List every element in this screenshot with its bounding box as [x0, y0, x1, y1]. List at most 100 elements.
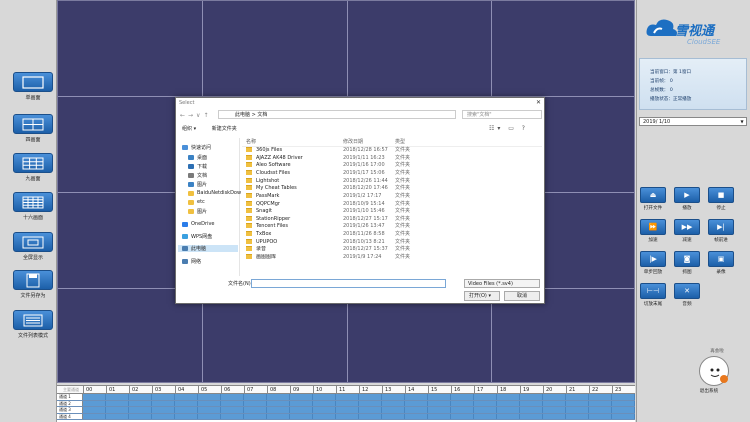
file-name: Lightshot — [256, 177, 280, 184]
file-row[interactable]: Aleo Software 2019/1/16 17:00 文件夹 — [242, 162, 542, 170]
folder-icon — [188, 199, 194, 205]
mute-icon: ✕ — [674, 283, 700, 299]
new-folder-button[interactable]: 新建文件夹 — [212, 126, 237, 132]
control-button-4[interactable]: ⏩ 加速 — [640, 219, 666, 243]
left-button-6[interactable]: 文件另存为 — [13, 270, 53, 299]
file-row[interactable]: StationRipper 2018/12/27 15:17 文件夹 — [242, 215, 542, 224]
left-button-1[interactable]: 单画面 — [13, 72, 53, 101]
control-button-6[interactable]: ▶| 帧前进 — [708, 219, 734, 243]
tree-item[interactable]: 图片 — [188, 208, 207, 215]
file-type: 文件夹 — [395, 169, 411, 176]
recording-bar[interactable] — [83, 407, 635, 413]
folder-icon — [246, 200, 252, 206]
tree-item[interactable]: 网络 — [182, 258, 201, 265]
control-button-9[interactable]: ▣ 录像 — [708, 251, 734, 275]
status-info-panel: 当前窗口：第 1窗口 当前帧： 0 总帧数： 0 播放状态：正常播放 — [639, 58, 747, 110]
file-type: 文件夹 — [395, 200, 411, 207]
tree-item[interactable]: OneDrive — [182, 221, 215, 227]
folder-icon — [182, 145, 188, 150]
tree-item[interactable]: 图片 — [188, 181, 207, 188]
file-row[interactable]: My Cheat Tables 2018/12/20 17:46 文件夹 — [242, 185, 542, 193]
tree-item[interactable]: WPS网盘 — [182, 233, 212, 240]
folder-icon — [188, 164, 194, 169]
file-row[interactable]: 录音 2018/12/27 15:37 文件夹 — [242, 246, 542, 254]
file-list-header: 名称 修改日期 类型 — [242, 138, 542, 147]
file-name: QQPCMgr — [256, 200, 280, 207]
search-input[interactable]: 搜索"文档" — [462, 110, 542, 119]
control-button-11[interactable]: ✕ 音频 — [674, 283, 700, 307]
nav-arrows-icon[interactable]: ←→∨↑ — [176, 112, 216, 119]
left-button-7[interactable]: 文件列表模式 — [13, 310, 53, 339]
organize-button[interactable]: 组织 ▾ — [182, 126, 196, 132]
left-button-3[interactable]: 九画面 — [13, 153, 53, 182]
filename-input[interactable] — [251, 279, 446, 288]
chevron-down-icon[interactable]: ▼ — [738, 118, 746, 125]
tree-item[interactable]: 此电脑 — [178, 245, 238, 252]
dialog-footer: 文件名(N): Video Files (*.sv4) 打开(O) ▾ 取消 — [176, 278, 546, 305]
channel-name: 通道 1 — [57, 394, 83, 400]
recording-bar[interactable] — [83, 394, 635, 400]
tree-item[interactable]: etc — [188, 199, 205, 205]
file-date: 2019/1/2 17:17 — [343, 192, 382, 199]
left-button-label: 四画面 — [25, 137, 41, 143]
breadcrumb: 此电脑 > 文档 — [235, 112, 268, 118]
file-row[interactable]: PassMark 2019/1/2 17:17 文件夹 — [242, 192, 542, 201]
control-button-10[interactable]: ⊢⊣ 切放末尾 — [640, 283, 666, 307]
address-bar[interactable]: 此电脑 > 文档 — [218, 110, 456, 119]
cancel-button[interactable]: 取消 — [504, 291, 540, 301]
left-button-5[interactable]: 全屏显示 — [13, 232, 53, 261]
left-button-label: 单画面 — [25, 95, 41, 101]
timeline-row[interactable]: 通道 4 — [57, 413, 635, 420]
frame-step-icon: ▶| — [708, 219, 734, 235]
file-row[interactable]: Lightshot 2018/12/26 11:44 文件夹 — [242, 177, 542, 186]
recording-bar[interactable] — [83, 413, 635, 419]
file-name: AJAZZ AK48 Driver — [256, 154, 303, 161]
tree-item[interactable]: 桌面 — [188, 154, 207, 161]
control-button-3[interactable]: ■ 停止 — [708, 187, 734, 211]
exit-system-button[interactable]: 再会啦 退出系统 — [689, 348, 739, 394]
open-button[interactable]: 打开(O) ▾ — [464, 291, 500, 301]
file-row[interactable]: AJAZZ AK48 Driver 2019/1/11 16:23 文件夹 — [242, 154, 542, 163]
timeline-hour: 10 — [313, 386, 336, 393]
tree-item[interactable]: 文档 — [188, 172, 207, 179]
control-button-7[interactable]: |▶ 单步回放 — [640, 251, 666, 275]
date-picker[interactable]: 2019/ 1/10 ▼ — [639, 117, 747, 126]
column-date[interactable]: 修改日期 — [343, 138, 390, 146]
file-row[interactable]: QQPCMgr 2018/10/9 15:14 文件夹 — [242, 200, 542, 208]
cloud-logo-icon — [646, 19, 677, 36]
control-button-5[interactable]: ▶▶ 减速 — [674, 219, 700, 243]
tree-item[interactable]: 下载 — [188, 163, 207, 170]
left-button-2[interactable]: 四画面 — [13, 114, 53, 143]
timeline[interactable]: 主要通道 00 01 02 03 04 05 06 07 08 09 10 11 12 13 14 15 16 1… — [57, 385, 635, 422]
file-row[interactable]: Tencent Files 2019/1/26 13:47 文件夹 — [242, 223, 542, 231]
timeline-hour: 00 — [83, 386, 106, 393]
file-row[interactable]: UPUPOO 2018/10/13 8:21 文件夹 — [242, 238, 542, 247]
column-type[interactable]: 类型 — [390, 138, 430, 146]
file-name: PassMark — [256, 192, 280, 199]
fast-forward-icon: ⏩ — [640, 219, 666, 235]
file-date: 2018/11/26 8:58 — [343, 231, 385, 238]
close-icon[interactable]: ✕ — [536, 99, 541, 106]
chevron-down-icon[interactable]: ▾ — [488, 293, 491, 299]
file-row[interactable]: 画图图库 2019/1/9 17:24 文件夹 — [242, 253, 542, 262]
file-row[interactable]: Snagit 2019/1/10 15:46 文件夹 — [242, 208, 542, 216]
filetype-select[interactable]: Video Files (*.sv4) — [464, 279, 540, 288]
play-icon: ▶ — [674, 187, 700, 203]
view-options-icon[interactable]: ☷▾ ▭ ? — [489, 124, 528, 134]
control-button-1[interactable]: ⏏ 打开文件 — [640, 187, 666, 211]
mascot-icon — [699, 356, 729, 386]
file-date: 2019/1/11 16:23 — [343, 154, 385, 161]
recording-bar[interactable] — [83, 400, 635, 406]
file-row[interactable]: Cloudsst Files 2019/1/17 15:06 文件夹 — [242, 169, 542, 178]
tree-item[interactable]: 快速访问 — [182, 144, 211, 151]
file-type: 文件夹 — [395, 162, 411, 169]
column-name[interactable]: 名称 — [242, 138, 343, 146]
timeline-hour: 06 — [221, 386, 244, 393]
control-button-2[interactable]: ▶ 播放 — [674, 187, 700, 211]
tree-item[interactable]: BaiduNetdiskDow — [188, 190, 241, 196]
file-row[interactable]: TxBox 2018/11/26 8:58 文件夹 — [242, 231, 542, 239]
control-button-8[interactable]: ◙ 抓图 — [674, 251, 700, 275]
left-button-4[interactable]: 十六画面 — [13, 192, 53, 221]
file-row[interactable]: 360js Files 2018/12/28 16:57 文件夹 — [242, 147, 542, 155]
timeline-hour: 14 — [405, 386, 428, 393]
